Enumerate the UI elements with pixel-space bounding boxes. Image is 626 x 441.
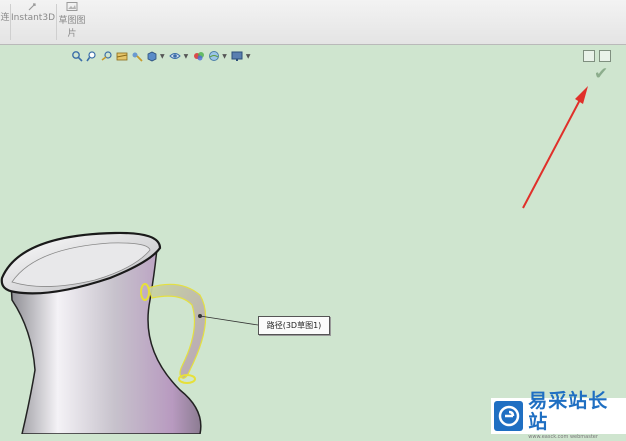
site-logo-icon	[494, 401, 524, 431]
pitcher-model	[0, 231, 259, 434]
callout-leader-line	[198, 314, 259, 326]
watermark-title: 易采站长站	[528, 390, 609, 433]
watermark-url: www.easck.com webmaster	[528, 434, 598, 440]
site-watermark: 易采站长站 www.easck.com webmaster	[491, 391, 626, 440]
path-callout-label[interactable]: 路径(3D草图1)	[258, 316, 330, 335]
